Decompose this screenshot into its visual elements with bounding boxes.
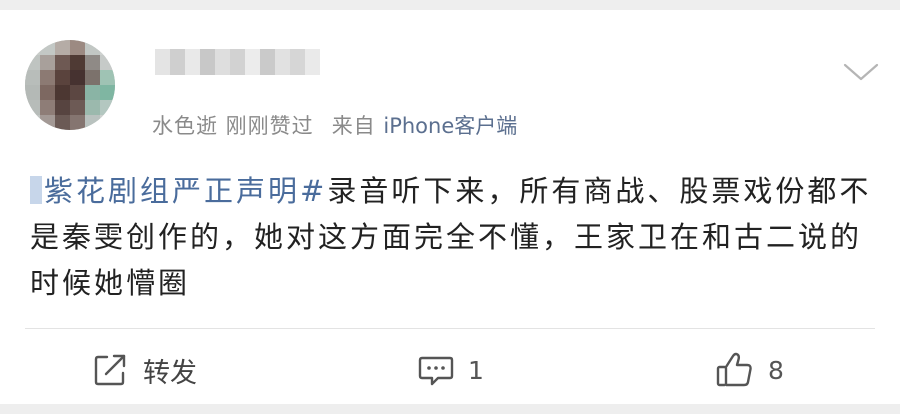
action-bar: 转发 1 8 (0, 340, 900, 400)
source-prefix: 来自 (331, 114, 376, 138)
repost-icon (94, 354, 126, 386)
comment-icon (418, 356, 454, 386)
like-button[interactable]: 8 (716, 340, 784, 400)
topic-hash-redacted (30, 176, 42, 204)
divider (25, 328, 875, 329)
post-content: 紫花剧组严正声明#录音听下来，所有商战、股票戏份都不是秦雯创作的，她对这方面完全… (30, 168, 875, 306)
username-redacted[interactable] (155, 49, 320, 75)
comment-button[interactable]: 1 (418, 340, 484, 400)
comment-count: 1 (468, 355, 484, 385)
thumbs-up-icon (716, 352, 752, 387)
chevron-down-icon[interactable] (843, 62, 879, 82)
avatar[interactable] (25, 40, 115, 130)
liked-by-text: 水色逝 刚刚赞过 (152, 114, 314, 138)
topic-hashtag-link[interactable]: 紫花剧组严正声明# (44, 174, 327, 208)
like-count: 8 (768, 355, 784, 385)
weibo-post-card: 水色逝 刚刚赞过 来自 iPhone客户端 紫花剧组严正声明#录音听下来，所有商战… (0, 10, 900, 404)
post-meta: 水色逝 刚刚赞过 来自 iPhone客户端 (152, 110, 517, 140)
repost-button[interactable]: 转发 (93, 340, 197, 400)
repost-label: 转发 (143, 357, 197, 389)
source-client-link[interactable]: iPhone客户端 (383, 114, 517, 138)
